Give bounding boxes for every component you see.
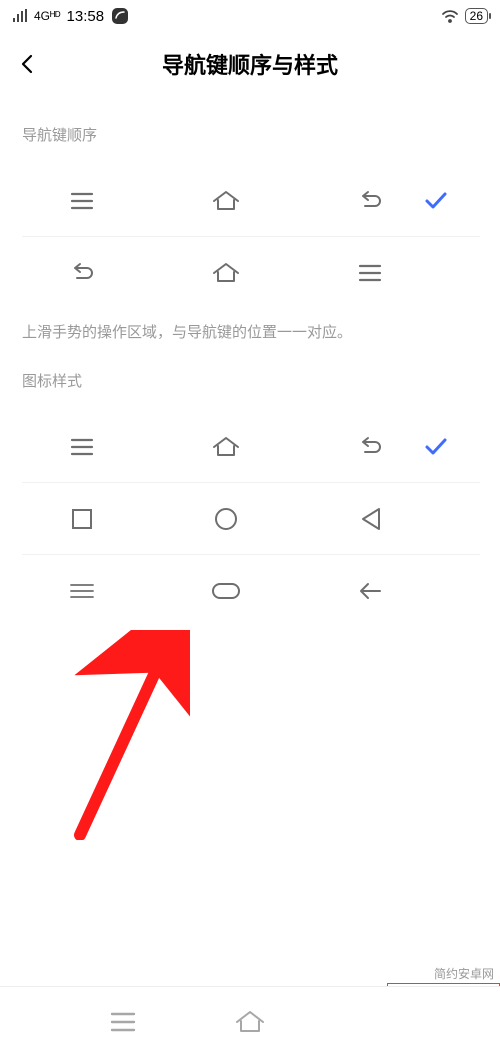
home-icon xyxy=(210,257,242,289)
battery-indicator: 26 xyxy=(465,8,488,24)
page-header: 导航键顺序与样式 xyxy=(0,32,500,96)
status-bar: 4Gᴴᴰ 13:58 26 xyxy=(0,0,500,32)
annotation-arrow-icon xyxy=(70,630,190,840)
status-time: 13:58 xyxy=(67,8,105,25)
home-icon xyxy=(210,185,242,217)
recent-lines-icon xyxy=(354,257,386,289)
section-label-style: 图标样式 xyxy=(0,370,500,411)
home-circle-icon xyxy=(210,503,242,535)
home-pill-icon xyxy=(210,575,242,607)
helper-text-order: 上滑手势的操作区域，与导航键的位置一一对应。 xyxy=(0,309,500,370)
icon-style-option-2[interactable] xyxy=(22,483,480,555)
notification-icon xyxy=(110,6,130,26)
back-u-icon xyxy=(354,431,386,463)
icon-style-option-1[interactable] xyxy=(22,411,480,483)
back-u-icon xyxy=(354,185,386,217)
nav-order-option-1[interactable] xyxy=(22,165,480,237)
system-nav-bar xyxy=(0,986,500,1056)
recent-thin-lines-icon xyxy=(66,575,98,607)
nav-recent-button[interactable] xyxy=(103,1002,143,1042)
back-button[interactable] xyxy=(12,48,44,80)
recent-lines-icon xyxy=(66,431,98,463)
wifi-icon xyxy=(441,9,459,23)
recent-lines-icon xyxy=(66,185,98,217)
watermark-site-name: 简约安卓网 xyxy=(428,963,500,984)
back-arrow-icon xyxy=(354,575,386,607)
selected-check-icon xyxy=(416,188,456,214)
recent-square-icon xyxy=(66,503,98,535)
back-u-icon xyxy=(66,257,98,289)
home-icon xyxy=(210,431,242,463)
page-title: 导航键顺序与样式 xyxy=(44,48,456,80)
nav-order-option-2[interactable] xyxy=(22,237,480,309)
network-label: 4Gᴴᴰ xyxy=(34,9,61,23)
signal-icon xyxy=(12,9,28,23)
selected-check-icon xyxy=(416,434,456,460)
back-triangle-icon xyxy=(354,503,386,535)
icon-style-option-3[interactable] xyxy=(22,555,480,627)
section-label-order: 导航键顺序 xyxy=(0,124,500,165)
nav-home-button[interactable] xyxy=(230,1002,270,1042)
